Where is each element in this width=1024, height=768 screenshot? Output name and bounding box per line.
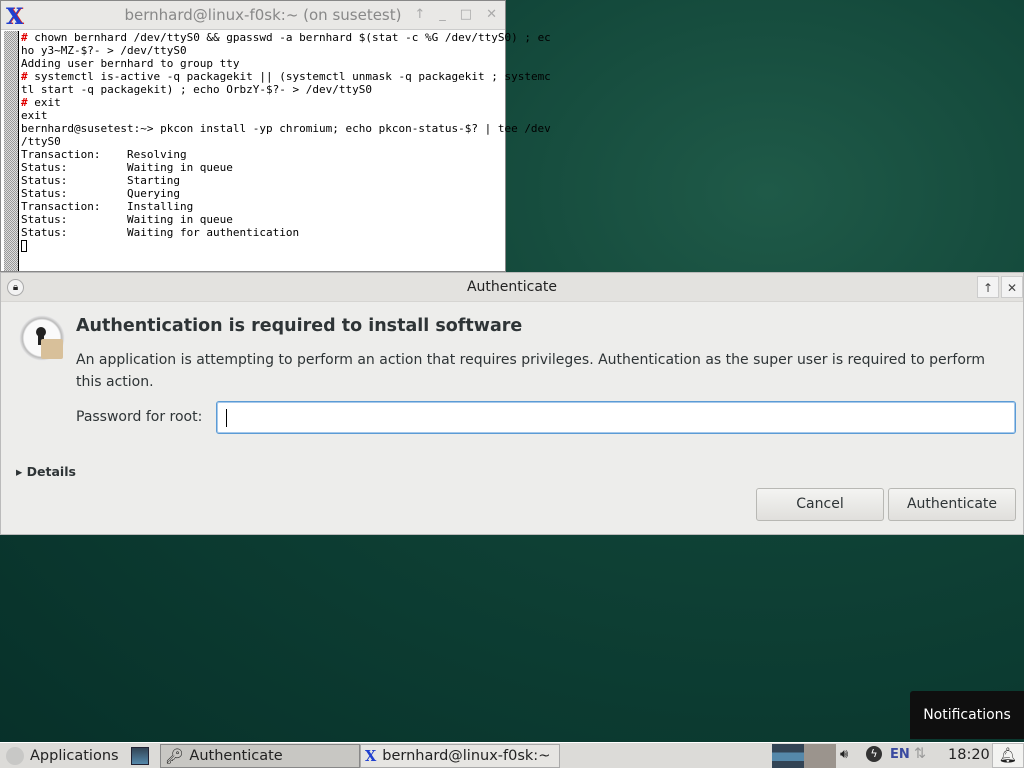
terminal-line-text: Transaction: Resolving [21,148,187,161]
details-label: Details [26,464,76,479]
terminal-line-text: systemctl is-active -q packagekit || (sy… [34,70,551,83]
root-prompt-icon: # [21,31,35,44]
terminal-line: tl start -q packagekit) ; echo OrbzY-$?-… [21,83,501,96]
terminal-line: # exit [21,96,501,109]
dialog-titlebar[interactable]: 🔒︎ Authenticate ↑ ✕ [1,273,1023,302]
terminal-line: Transaction: Installing [21,200,501,213]
dialog-title: Authenticate [466,279,558,295]
authenticate-dialog: 🔒︎ Authenticate ↑ ✕ Authentication is req… [0,272,1024,535]
opensuse-icon [6,747,24,765]
task-authenticate[interactable]: 🔑︎ Authenticate [160,744,360,768]
network-icon[interactable]: ⇅ [914,746,926,762]
password-input[interactable] [216,401,1016,434]
terminal-line: /ttyS0 [21,135,501,148]
password-label: Password for root: [76,409,203,425]
notification-bell-icon[interactable]: 🔔︎ [992,743,1024,768]
close-button[interactable]: ✕ [486,7,497,22]
terminal-line-text: ho y3~MZ-$?- > /dev/ttyS0 [21,44,187,57]
terminal-line-text: Status: Waiting in queue [21,161,233,174]
task-label: bernhard@linux-f0sk:~ [382,748,551,764]
close-button[interactable]: ✕ [1001,276,1023,298]
terminal-line: Adding user bernhard to group tty [21,57,501,70]
workspace-switcher[interactable] [772,744,836,768]
terminal-line-text: Status: Waiting for authentication [21,226,300,239]
terminal-line: Status: Waiting in queue [21,161,501,174]
key-icon: 🔑︎ [165,748,184,765]
volume-icon[interactable]: 🔊︎ [840,747,848,762]
terminal-output[interactable]: # chown bernhard /dev/ttyS0 && gpasswd -… [21,31,551,252]
terminal-line-text: /ttyS0 [21,135,61,148]
cancel-button[interactable]: Cancel [756,488,884,521]
taskbar: Applications 🔑︎ Authenticate Xbernhard@li… [0,742,1024,768]
maximize-button[interactable]: □ [460,7,472,22]
minimize-button[interactable]: _ [439,7,446,22]
show-desktop-icon[interactable] [131,747,149,765]
terminal-line-text: Transaction: Installing [21,200,194,213]
applications-label: Applications [30,748,119,764]
terminal-line: ho y3~MZ-$?- > /dev/ttyS0 [21,44,501,57]
terminal-line-text: exit [34,96,61,109]
terminal-cursor [21,240,27,252]
terminal-line-text: tl start -q packagekit) ; echo OrbzY-$?-… [21,83,372,96]
terminal-line: bernhard@susetest:~> pkcon install -yp c… [21,122,551,135]
clock[interactable]: 18:20 [948,747,990,763]
terminal-line: Status: Waiting for authentication [21,226,501,239]
terminal-line-text: Status: Waiting in queue [21,213,233,226]
task-terminal[interactable]: Xbernhard@linux-f0sk:~ [360,744,560,768]
dialog-description: An application is attempting to perform … [76,352,986,390]
terminal-line-text: Status: Starting [21,174,180,187]
keyboard-layout[interactable]: EN [890,747,910,762]
task-label: Authenticate [189,748,283,764]
authenticate-button[interactable]: Authenticate [888,488,1016,521]
terminal-line: # chown bernhard /dev/ttyS0 && gpasswd -… [21,31,551,44]
terminal-line-text: chown bernhard /dev/ttyS0 && gpasswd -a … [34,31,551,44]
lock-package-icon [19,315,65,361]
xterm-icon: X [365,747,377,765]
root-prompt-icon: # [21,70,35,83]
terminal-line: Status: Starting [21,174,501,187]
expander-arrow-icon: ▸ [16,464,27,479]
terminal-line-text: exit [21,109,48,122]
terminal-line: Status: Querying [21,187,501,200]
terminal-titlebar[interactable]: X bernhard@linux-f0sk:~ (on susetest) ↑ _… [1,1,505,30]
window-menu-icon[interactable]: 🔒︎ [7,279,24,296]
shade-button[interactable]: ↑ [414,7,425,22]
terminal-line: # systemctl is-active -q packagekit || (… [21,70,551,83]
power-icon[interactable]: ϟ [866,746,882,762]
terminal-line: exit [21,109,501,122]
applications-menu[interactable]: Applications [2,744,119,768]
xterm-icon: X [6,4,24,30]
dialog-heading: Authentication is required to install so… [76,316,523,336]
terminal-scrollbar[interactable] [4,31,19,271]
terminal-line: Transaction: Resolving [21,148,501,161]
terminal-line-text: bernhard@susetest:~> pkcon install -yp c… [21,122,551,135]
notifications-popup[interactable]: Notifications [910,691,1024,739]
terminal-line-text: Status: Querying [21,187,180,200]
shade-button[interactable]: ↑ [977,276,999,298]
details-expander[interactable]: ▸ Details [16,464,76,479]
terminal-line: Status: Waiting in queue [21,213,501,226]
root-prompt-icon: # [21,96,35,109]
terminal-line-text: Adding user bernhard to group tty [21,57,240,70]
terminal-window[interactable]: X bernhard@linux-f0sk:~ (on susetest) ↑ _… [0,0,551,272]
